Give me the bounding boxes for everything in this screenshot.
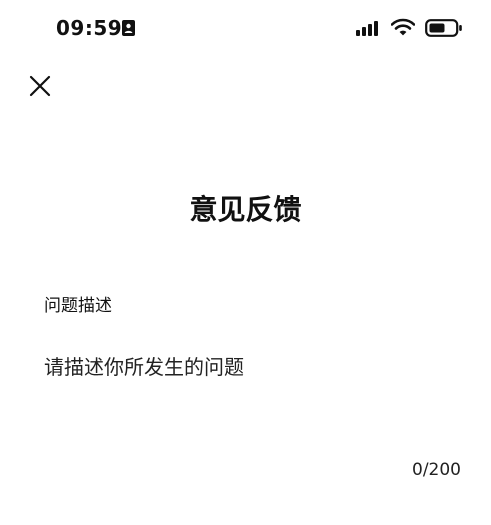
page-title: 意见反馈 (189, 193, 302, 226)
wifi-icon (391, 18, 415, 36)
close-button[interactable] (24, 70, 56, 102)
cellular-signal-icon (356, 21, 378, 36)
character-counter: 0/200 (412, 460, 461, 480)
battery-icon (425, 19, 462, 37)
close-icon (29, 75, 51, 97)
problem-description-input[interactable] (44, 350, 454, 446)
status-bar: 09:59 (0, 0, 491, 56)
problem-description-label: 问题描述 (44, 296, 112, 316)
status-time: 09:59 (56, 16, 123, 40)
contact-card-icon (122, 20, 135, 36)
